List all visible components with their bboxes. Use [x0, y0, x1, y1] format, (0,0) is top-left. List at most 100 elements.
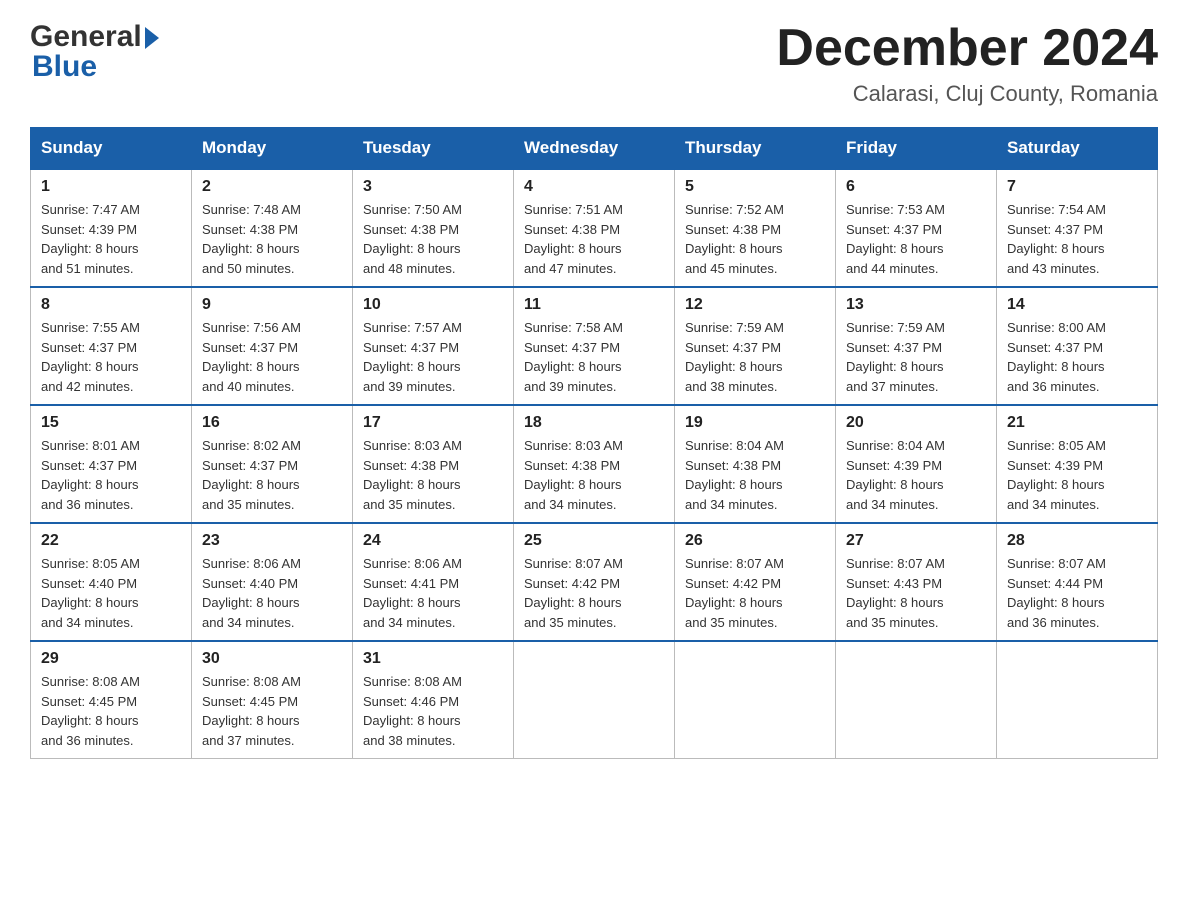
- day-info: Sunrise: 7:56 AM Sunset: 4:37 PM Dayligh…: [202, 320, 301, 394]
- table-row: 8 Sunrise: 7:55 AM Sunset: 4:37 PM Dayli…: [31, 287, 192, 405]
- day-info: Sunrise: 7:51 AM Sunset: 4:38 PM Dayligh…: [524, 202, 623, 276]
- table-row: 25 Sunrise: 8:07 AM Sunset: 4:42 PM Dayl…: [514, 523, 675, 641]
- day-number: 31: [363, 650, 503, 668]
- table-row: 28 Sunrise: 8:07 AM Sunset: 4:44 PM Dayl…: [997, 523, 1158, 641]
- col-sunday: Sunday: [31, 128, 192, 170]
- day-info: Sunrise: 8:05 AM Sunset: 4:40 PM Dayligh…: [41, 556, 140, 630]
- day-number: 17: [363, 414, 503, 432]
- day-info: Sunrise: 8:08 AM Sunset: 4:45 PM Dayligh…: [202, 674, 301, 748]
- col-saturday: Saturday: [997, 128, 1158, 170]
- day-info: Sunrise: 7:47 AM Sunset: 4:39 PM Dayligh…: [41, 202, 140, 276]
- day-number: 11: [524, 296, 664, 314]
- table-row: 31 Sunrise: 8:08 AM Sunset: 4:46 PM Dayl…: [353, 641, 514, 759]
- table-row: 29 Sunrise: 8:08 AM Sunset: 4:45 PM Dayl…: [31, 641, 192, 759]
- day-info: Sunrise: 8:08 AM Sunset: 4:45 PM Dayligh…: [41, 674, 140, 748]
- table-row: 22 Sunrise: 8:05 AM Sunset: 4:40 PM Dayl…: [31, 523, 192, 641]
- logo: General Blue: [30, 20, 159, 84]
- logo-general-text: General: [30, 20, 142, 54]
- col-wednesday: Wednesday: [514, 128, 675, 170]
- day-info: Sunrise: 8:06 AM Sunset: 4:41 PM Dayligh…: [363, 556, 462, 630]
- day-number: 2: [202, 178, 342, 196]
- calendar-header-row: Sunday Monday Tuesday Wednesday Thursday…: [31, 128, 1158, 170]
- day-number: 1: [41, 178, 181, 196]
- day-info: Sunrise: 8:07 AM Sunset: 4:42 PM Dayligh…: [685, 556, 784, 630]
- week-row-1: 1 Sunrise: 7:47 AM Sunset: 4:39 PM Dayli…: [31, 169, 1158, 287]
- day-number: 14: [1007, 296, 1147, 314]
- day-number: 30: [202, 650, 342, 668]
- table-row: 4 Sunrise: 7:51 AM Sunset: 4:38 PM Dayli…: [514, 169, 675, 287]
- day-info: Sunrise: 7:59 AM Sunset: 4:37 PM Dayligh…: [846, 320, 945, 394]
- page-header: General Blue December 2024 Calarasi, Clu…: [30, 20, 1158, 107]
- table-row: 7 Sunrise: 7:54 AM Sunset: 4:37 PM Dayli…: [997, 169, 1158, 287]
- col-thursday: Thursday: [675, 128, 836, 170]
- day-info: Sunrise: 8:02 AM Sunset: 4:37 PM Dayligh…: [202, 438, 301, 512]
- table-row: 14 Sunrise: 8:00 AM Sunset: 4:37 PM Dayl…: [997, 287, 1158, 405]
- day-number: 5: [685, 178, 825, 196]
- day-info: Sunrise: 7:59 AM Sunset: 4:37 PM Dayligh…: [685, 320, 784, 394]
- day-info: Sunrise: 8:01 AM Sunset: 4:37 PM Dayligh…: [41, 438, 140, 512]
- table-row: 23 Sunrise: 8:06 AM Sunset: 4:40 PM Dayl…: [192, 523, 353, 641]
- table-row: 5 Sunrise: 7:52 AM Sunset: 4:38 PM Dayli…: [675, 169, 836, 287]
- day-number: 23: [202, 532, 342, 550]
- logo-blue-text: Blue: [32, 50, 159, 84]
- day-number: 6: [846, 178, 986, 196]
- day-info: Sunrise: 7:58 AM Sunset: 4:37 PM Dayligh…: [524, 320, 623, 394]
- col-monday: Monday: [192, 128, 353, 170]
- day-info: Sunrise: 7:54 AM Sunset: 4:37 PM Dayligh…: [1007, 202, 1106, 276]
- table-row: 6 Sunrise: 7:53 AM Sunset: 4:37 PM Dayli…: [836, 169, 997, 287]
- day-info: Sunrise: 8:07 AM Sunset: 4:43 PM Dayligh…: [846, 556, 945, 630]
- day-info: Sunrise: 8:03 AM Sunset: 4:38 PM Dayligh…: [524, 438, 623, 512]
- day-number: 19: [685, 414, 825, 432]
- table-row: 12 Sunrise: 7:59 AM Sunset: 4:37 PM Dayl…: [675, 287, 836, 405]
- day-number: 16: [202, 414, 342, 432]
- day-info: Sunrise: 8:07 AM Sunset: 4:42 PM Dayligh…: [524, 556, 623, 630]
- table-row: 10 Sunrise: 7:57 AM Sunset: 4:37 PM Dayl…: [353, 287, 514, 405]
- day-info: Sunrise: 8:04 AM Sunset: 4:38 PM Dayligh…: [685, 438, 784, 512]
- day-number: 12: [685, 296, 825, 314]
- day-info: Sunrise: 7:48 AM Sunset: 4:38 PM Dayligh…: [202, 202, 301, 276]
- day-number: 4: [524, 178, 664, 196]
- week-row-4: 22 Sunrise: 8:05 AM Sunset: 4:40 PM Dayl…: [31, 523, 1158, 641]
- month-title: December 2024: [776, 20, 1158, 77]
- day-number: 15: [41, 414, 181, 432]
- day-info: Sunrise: 8:07 AM Sunset: 4:44 PM Dayligh…: [1007, 556, 1106, 630]
- day-number: 26: [685, 532, 825, 550]
- table-row: 16 Sunrise: 8:02 AM Sunset: 4:37 PM Dayl…: [192, 405, 353, 523]
- table-row: [675, 641, 836, 759]
- table-row: [997, 641, 1158, 759]
- day-number: 3: [363, 178, 503, 196]
- day-info: Sunrise: 8:08 AM Sunset: 4:46 PM Dayligh…: [363, 674, 462, 748]
- day-number: 18: [524, 414, 664, 432]
- week-row-3: 15 Sunrise: 8:01 AM Sunset: 4:37 PM Dayl…: [31, 405, 1158, 523]
- location-subtitle: Calarasi, Cluj County, Romania: [776, 81, 1158, 107]
- table-row: 17 Sunrise: 8:03 AM Sunset: 4:38 PM Dayl…: [353, 405, 514, 523]
- table-row: [836, 641, 997, 759]
- title-block: December 2024 Calarasi, Cluj County, Rom…: [776, 20, 1158, 107]
- day-number: 10: [363, 296, 503, 314]
- week-row-5: 29 Sunrise: 8:08 AM Sunset: 4:45 PM Dayl…: [31, 641, 1158, 759]
- day-info: Sunrise: 8:03 AM Sunset: 4:38 PM Dayligh…: [363, 438, 462, 512]
- day-info: Sunrise: 8:05 AM Sunset: 4:39 PM Dayligh…: [1007, 438, 1106, 512]
- table-row: 13 Sunrise: 7:59 AM Sunset: 4:37 PM Dayl…: [836, 287, 997, 405]
- day-number: 20: [846, 414, 986, 432]
- logo-chevron-icon: [145, 27, 159, 49]
- table-row: 11 Sunrise: 7:58 AM Sunset: 4:37 PM Dayl…: [514, 287, 675, 405]
- day-info: Sunrise: 7:52 AM Sunset: 4:38 PM Dayligh…: [685, 202, 784, 276]
- day-number: 8: [41, 296, 181, 314]
- day-number: 28: [1007, 532, 1147, 550]
- day-info: Sunrise: 7:50 AM Sunset: 4:38 PM Dayligh…: [363, 202, 462, 276]
- day-info: Sunrise: 7:57 AM Sunset: 4:37 PM Dayligh…: [363, 320, 462, 394]
- day-info: Sunrise: 7:55 AM Sunset: 4:37 PM Dayligh…: [41, 320, 140, 394]
- table-row: 30 Sunrise: 8:08 AM Sunset: 4:45 PM Dayl…: [192, 641, 353, 759]
- day-info: Sunrise: 8:00 AM Sunset: 4:37 PM Dayligh…: [1007, 320, 1106, 394]
- table-row: 9 Sunrise: 7:56 AM Sunset: 4:37 PM Dayli…: [192, 287, 353, 405]
- week-row-2: 8 Sunrise: 7:55 AM Sunset: 4:37 PM Dayli…: [31, 287, 1158, 405]
- day-number: 9: [202, 296, 342, 314]
- day-number: 21: [1007, 414, 1147, 432]
- table-row: 19 Sunrise: 8:04 AM Sunset: 4:38 PM Dayl…: [675, 405, 836, 523]
- table-row: 3 Sunrise: 7:50 AM Sunset: 4:38 PM Dayli…: [353, 169, 514, 287]
- day-info: Sunrise: 7:53 AM Sunset: 4:37 PM Dayligh…: [846, 202, 945, 276]
- day-number: 13: [846, 296, 986, 314]
- table-row: 1 Sunrise: 7:47 AM Sunset: 4:39 PM Dayli…: [31, 169, 192, 287]
- table-row: 27 Sunrise: 8:07 AM Sunset: 4:43 PM Dayl…: [836, 523, 997, 641]
